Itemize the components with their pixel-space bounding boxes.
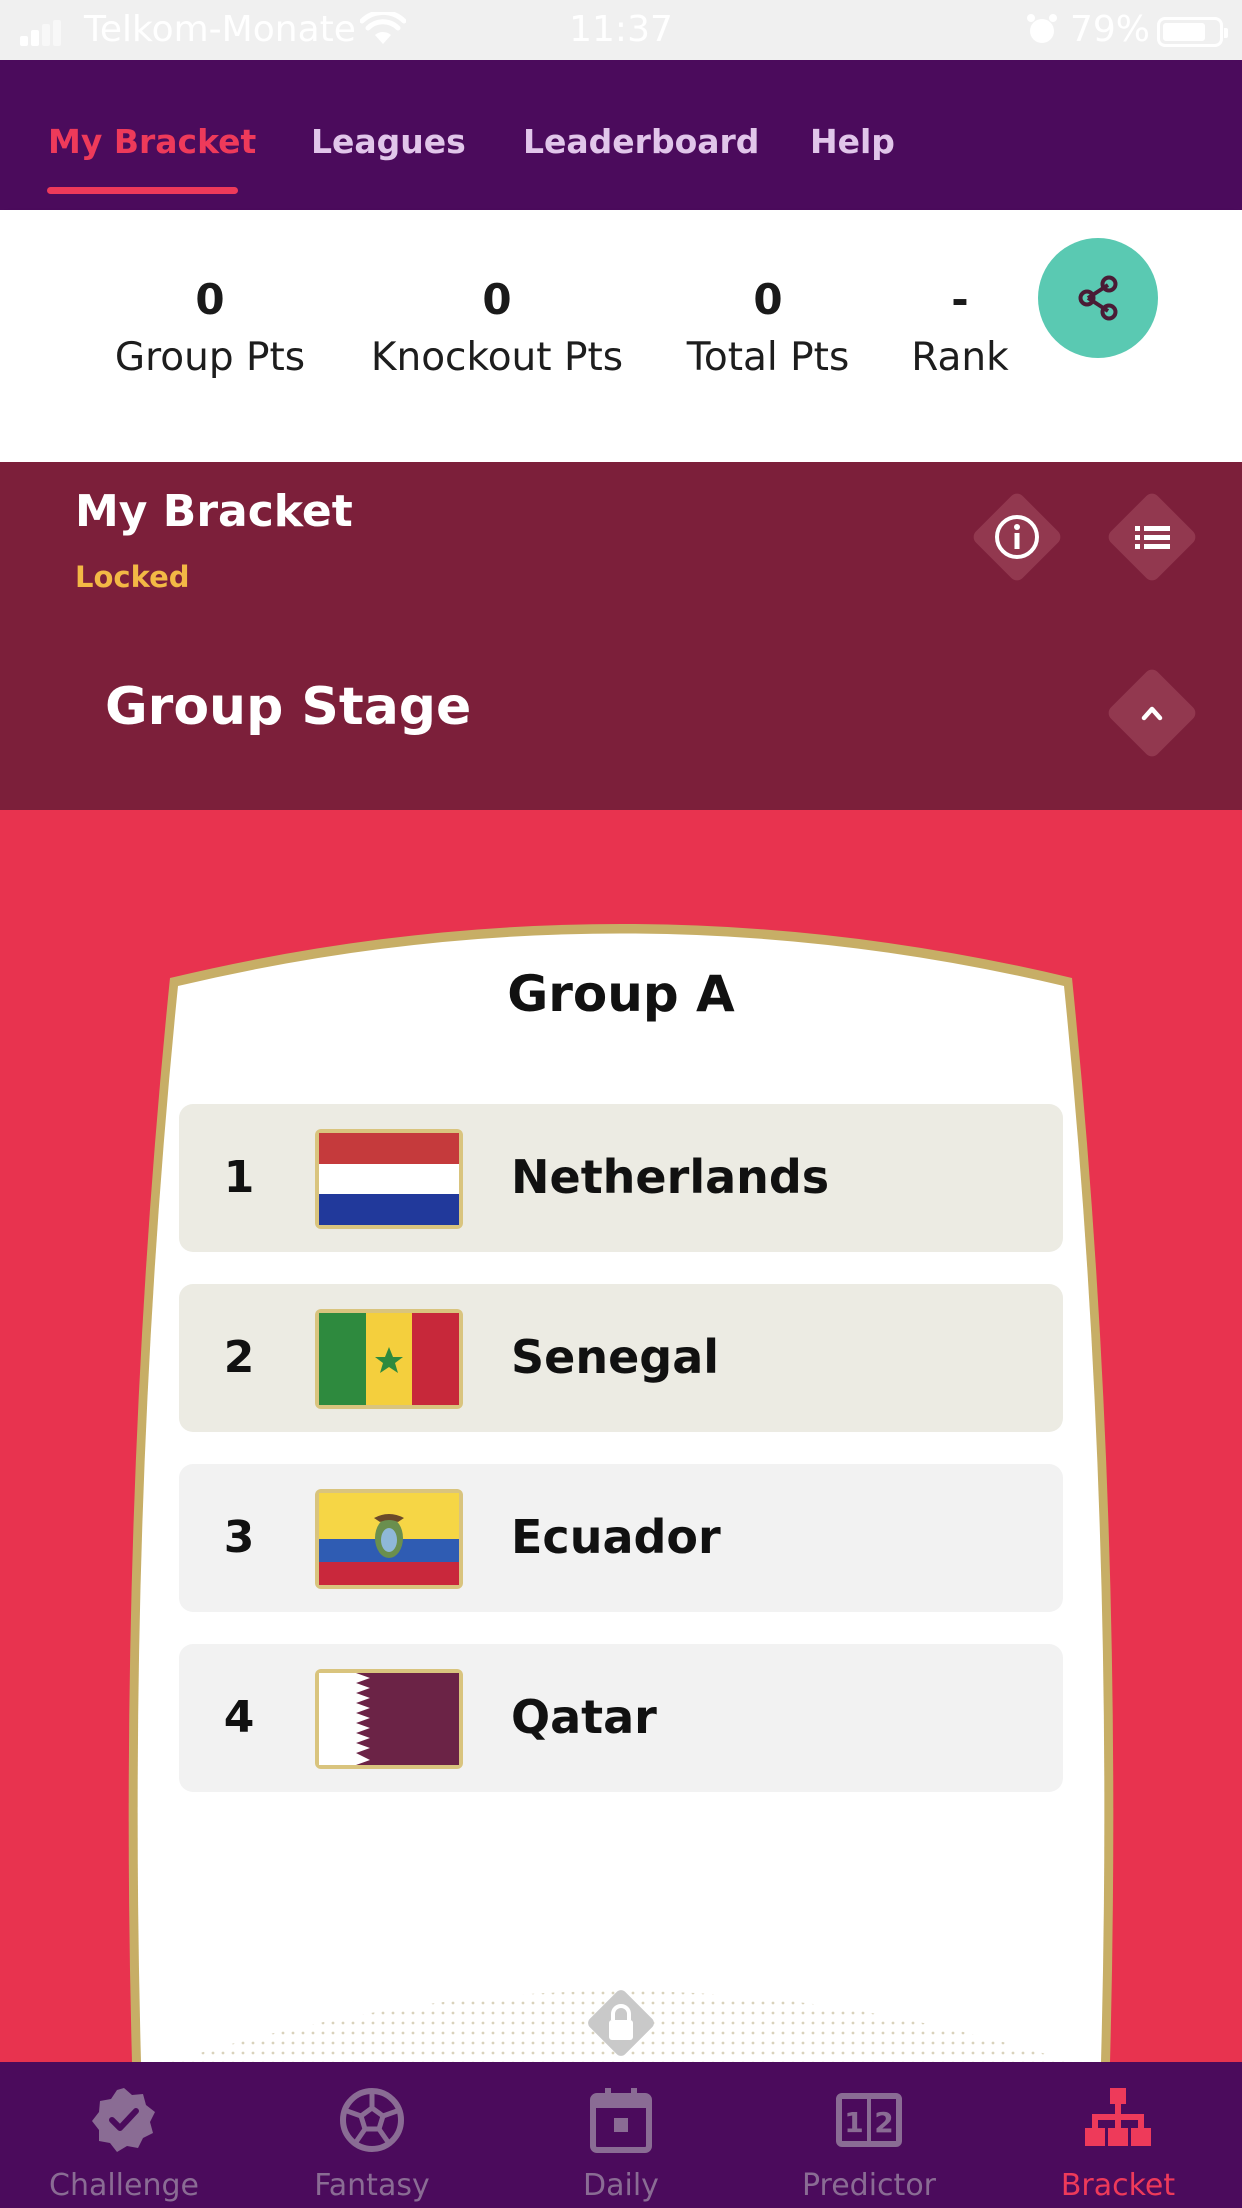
nav-label: Predictor (801, 2168, 937, 2203)
total-points-value: 0 (753, 275, 783, 324)
total-points-stat: 0 Total Pts (680, 275, 856, 380)
status-bar: Telkom-Monate 11:37 79% (0, 0, 1242, 60)
verified-badge-icon (92, 2088, 155, 2152)
lock-icon (588, 1990, 654, 2056)
knockout-points-stat: 0 Knockout Pts (365, 275, 629, 380)
bottom-tab-bar: Challenge Fantasy Daily 1 2 Predictor Br… (0, 2062, 1242, 2208)
team-row: 2 Senegal (179, 1284, 1063, 1432)
nav-label: Fantasy (314, 2168, 430, 2203)
chevron-up-icon (1141, 706, 1163, 721)
info-icon (995, 515, 1039, 559)
team-row: 4 Qatar (179, 1644, 1063, 1792)
team-name: Qatar (511, 1690, 657, 1744)
group-points-value: 0 (195, 275, 225, 324)
team-position: 3 (223, 1512, 255, 1563)
share-icon (1078, 275, 1118, 321)
knockout-points-value: 0 (482, 275, 512, 324)
team-row: 3 Ecuador (179, 1464, 1063, 1612)
bracket-title: My Bracket (75, 486, 353, 537)
svg-text:1: 1 (844, 2106, 863, 2139)
tab-leagues[interactable]: Leagues (311, 122, 466, 161)
list-icon (1135, 526, 1170, 549)
team-name: Netherlands (511, 1150, 830, 1204)
team-row: 1 Netherlands (179, 1104, 1063, 1252)
group-stage-header[interactable]: Group Stage (0, 617, 1242, 810)
svg-text:2: 2 (874, 2106, 893, 2139)
nav-bracket[interactable]: Bracket (994, 2062, 1242, 2208)
bracket-header: My Bracket Locked (0, 462, 1242, 617)
stage-title: Group Stage (105, 677, 472, 737)
team-position: 2 (223, 1332, 255, 1383)
battery-percent: 79% (1070, 9, 1151, 50)
qatar-flag-icon (315, 1669, 463, 1769)
tab-my-bracket[interactable]: My Bracket (48, 122, 256, 161)
battery-icon (1157, 17, 1228, 47)
nav-label: Challenge (49, 2168, 199, 2203)
rank-label: Rank (911, 335, 1009, 380)
tab-help[interactable]: Help (810, 122, 895, 161)
points-summary: 0 Group Pts 0 Knockout Pts 0 Total Pts -… (0, 210, 1242, 462)
info-button[interactable] (970, 490, 1064, 584)
nav-daily[interactable]: Daily (497, 2062, 745, 2208)
tab-leaderboard[interactable]: Leaderboard (523, 122, 759, 161)
share-button[interactable] (1038, 238, 1158, 358)
team-name: Senegal (511, 1330, 720, 1384)
nav-challenge[interactable]: Challenge (0, 2062, 248, 2208)
group-title: Group A (507, 965, 735, 1023)
calendar-icon (590, 2088, 652, 2153)
nav-label: Daily (583, 2168, 659, 2203)
knockout-points-label: Knockout Pts (370, 335, 624, 380)
alarm-icon (1027, 14, 1057, 43)
bracket-status-badge: Locked (75, 560, 190, 594)
soccer-ball-icon (340, 2088, 404, 2152)
group-points-stat: 0 Group Pts (110, 275, 310, 380)
team-name: Ecuador (511, 1510, 721, 1564)
group-card-area: Group A 1 Netherlands 2 Senegal 3 Ecuado… (0, 810, 1242, 2062)
top-tab-bar: My Bracket Leagues Leaderboard Help (0, 60, 1242, 210)
ecuador-flag-icon (315, 1489, 463, 1589)
netherlands-flag-icon (315, 1129, 463, 1229)
active-tab-indicator (47, 187, 238, 194)
bracket-tree-icon (1085, 2088, 1151, 2146)
team-position: 1 (223, 1152, 255, 1203)
rank-stat: - Rank (905, 275, 1015, 380)
nav-predictor[interactable]: 1 2 Predictor (745, 2062, 993, 2208)
team-position: 4 (223, 1692, 255, 1743)
list-view-button[interactable] (1105, 490, 1199, 584)
group-points-label: Group Pts (114, 335, 306, 380)
rank-value: - (951, 275, 969, 324)
scoreboard-icon: 1 2 (836, 2093, 902, 2147)
collapse-stage-button[interactable] (1105, 666, 1199, 760)
nav-fantasy[interactable]: Fantasy (248, 2062, 496, 2208)
nav-label: Bracket (1060, 2168, 1176, 2203)
total-points-label: Total Pts (686, 335, 850, 380)
senegal-flag-icon (315, 1309, 463, 1409)
